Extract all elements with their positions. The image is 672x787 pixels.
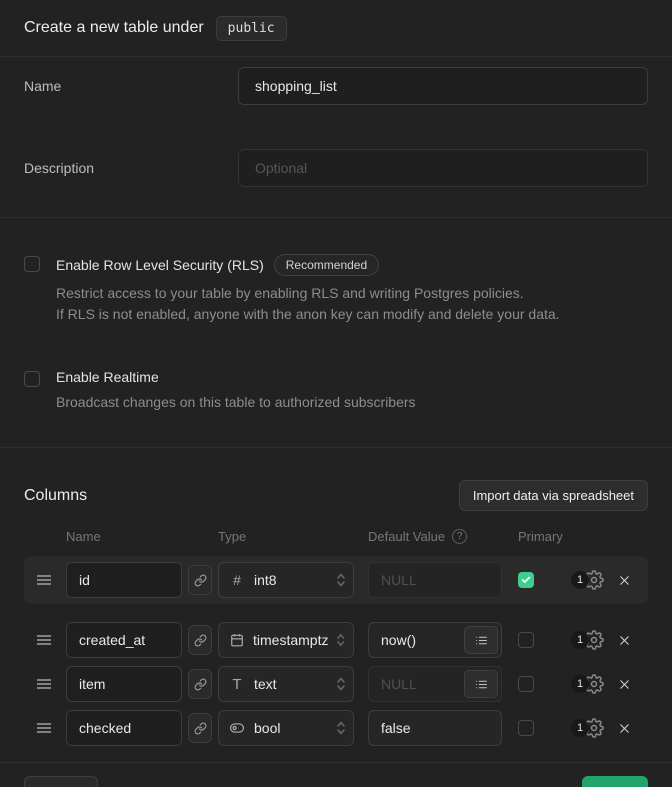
drag-handle-icon[interactable] bbox=[36, 573, 60, 587]
column-grid-headers: Name Type Default Value ? Primary bbox=[24, 529, 648, 544]
column-settings-button[interactable]: 1 bbox=[571, 570, 604, 590]
recommended-badge: Recommended bbox=[274, 254, 379, 276]
foreign-key-link-icon[interactable] bbox=[188, 625, 212, 655]
drag-handle-icon[interactable] bbox=[36, 633, 60, 647]
list-icon bbox=[475, 678, 488, 691]
column-settings-button[interactable]: 1 bbox=[571, 718, 604, 738]
check-icon bbox=[521, 575, 531, 585]
column-name-input[interactable] bbox=[66, 562, 182, 598]
realtime-toggle-group: Enable Realtime Broadcast changes on thi… bbox=[24, 369, 648, 413]
list-icon bbox=[475, 634, 488, 647]
dialog-footer: Cancel Save bbox=[0, 762, 672, 787]
header-name: Name bbox=[66, 529, 218, 544]
close-icon bbox=[617, 633, 632, 648]
rls-toggle-group: Enable Row Level Security (RLS) Recommen… bbox=[24, 254, 648, 325]
columns-title: Columns bbox=[24, 487, 87, 505]
cancel-button[interactable]: Cancel bbox=[24, 776, 98, 787]
remove-column-button[interactable] bbox=[617, 721, 632, 736]
toggles-section: Enable Row Level Security (RLS) Recommen… bbox=[0, 218, 672, 448]
settings-count-badge: 1 bbox=[571, 675, 589, 693]
name-row: Name bbox=[24, 67, 648, 105]
primary-checkbox[interactable] bbox=[518, 632, 534, 648]
column-name-input[interactable] bbox=[66, 622, 182, 658]
realtime-checkbox[interactable] bbox=[24, 371, 40, 387]
remove-column-button[interactable] bbox=[617, 677, 632, 692]
foreign-key-link-icon[interactable] bbox=[188, 713, 212, 743]
rls-description: Restrict access to your table by enablin… bbox=[56, 283, 560, 325]
rls-label: Enable Row Level Security (RLS) bbox=[56, 257, 264, 273]
drag-handle-icon[interactable] bbox=[36, 721, 60, 735]
column-type-select[interactable]: # int8 bbox=[218, 562, 354, 598]
help-icon[interactable]: ? bbox=[452, 529, 467, 544]
schema-badge: public bbox=[216, 16, 287, 41]
description-label: Description bbox=[24, 160, 238, 176]
settings-count-badge: 1 bbox=[571, 631, 589, 649]
column-type-select[interactable]: bool bbox=[218, 710, 354, 746]
suggestions-list-button[interactable] bbox=[464, 670, 498, 698]
close-icon bbox=[617, 721, 632, 736]
remove-column-button[interactable] bbox=[617, 573, 632, 588]
import-spreadsheet-button[interactable]: Import data via spreadsheet bbox=[459, 480, 648, 511]
primary-checkbox[interactable] bbox=[518, 572, 534, 588]
chevron-up-down-icon bbox=[337, 721, 345, 735]
hash-icon: # bbox=[229, 572, 245, 588]
drag-handle-icon[interactable] bbox=[36, 677, 60, 691]
table-meta-section: Name Description bbox=[0, 57, 672, 218]
chevron-up-down-icon bbox=[337, 573, 345, 587]
default-value-input[interactable] bbox=[368, 710, 502, 746]
chevron-up-down-icon bbox=[337, 677, 345, 691]
dialog-header: Create a new table under public bbox=[0, 0, 672, 57]
column-type-select[interactable]: timestamptz bbox=[218, 622, 354, 658]
table-name-input[interactable] bbox=[238, 67, 648, 105]
remove-column-button[interactable] bbox=[617, 633, 632, 648]
header-primary: Primary bbox=[518, 529, 563, 544]
foreign-key-link-icon[interactable] bbox=[188, 565, 212, 595]
toggle-icon bbox=[229, 721, 245, 735]
dialog-title: Create a new table under bbox=[24, 19, 204, 37]
column-type-select[interactable]: T text bbox=[218, 666, 354, 702]
columns-section: Columns Import data via spreadsheet Name… bbox=[0, 448, 672, 762]
name-label: Name bbox=[24, 78, 238, 94]
column-settings-button[interactable]: 1 bbox=[571, 674, 604, 694]
description-row: Description bbox=[24, 149, 648, 187]
save-button[interactable]: Save bbox=[582, 776, 648, 787]
header-type: Type bbox=[218, 529, 368, 544]
text-icon: T bbox=[229, 676, 245, 693]
foreign-key-link-icon[interactable] bbox=[188, 669, 212, 699]
column-row-id: # int8 1 bbox=[24, 556, 648, 604]
close-icon bbox=[617, 573, 632, 588]
header-default-value: Default Value bbox=[368, 529, 445, 544]
column-name-input[interactable] bbox=[66, 666, 182, 702]
close-icon bbox=[617, 677, 632, 692]
column-row-item: T text 1 bbox=[24, 666, 648, 702]
chevron-up-down-icon bbox=[337, 633, 345, 647]
suggestions-list-button[interactable] bbox=[464, 626, 498, 654]
settings-count-badge: 1 bbox=[571, 719, 589, 737]
column-row-created-at: timestamptz 1 bbox=[24, 622, 648, 658]
table-description-input[interactable] bbox=[238, 149, 648, 187]
calendar-icon bbox=[229, 633, 244, 647]
primary-checkbox[interactable] bbox=[518, 676, 534, 692]
default-value-input bbox=[368, 562, 502, 598]
column-name-input[interactable] bbox=[66, 710, 182, 746]
realtime-label: Enable Realtime bbox=[56, 369, 159, 385]
rls-checkbox[interactable] bbox=[24, 256, 40, 272]
column-row-checked: bool 1 bbox=[24, 710, 648, 746]
settings-count-badge: 1 bbox=[571, 571, 589, 589]
realtime-description: Broadcast changes on this table to autho… bbox=[56, 392, 416, 413]
column-settings-button[interactable]: 1 bbox=[571, 630, 604, 650]
primary-checkbox[interactable] bbox=[518, 720, 534, 736]
